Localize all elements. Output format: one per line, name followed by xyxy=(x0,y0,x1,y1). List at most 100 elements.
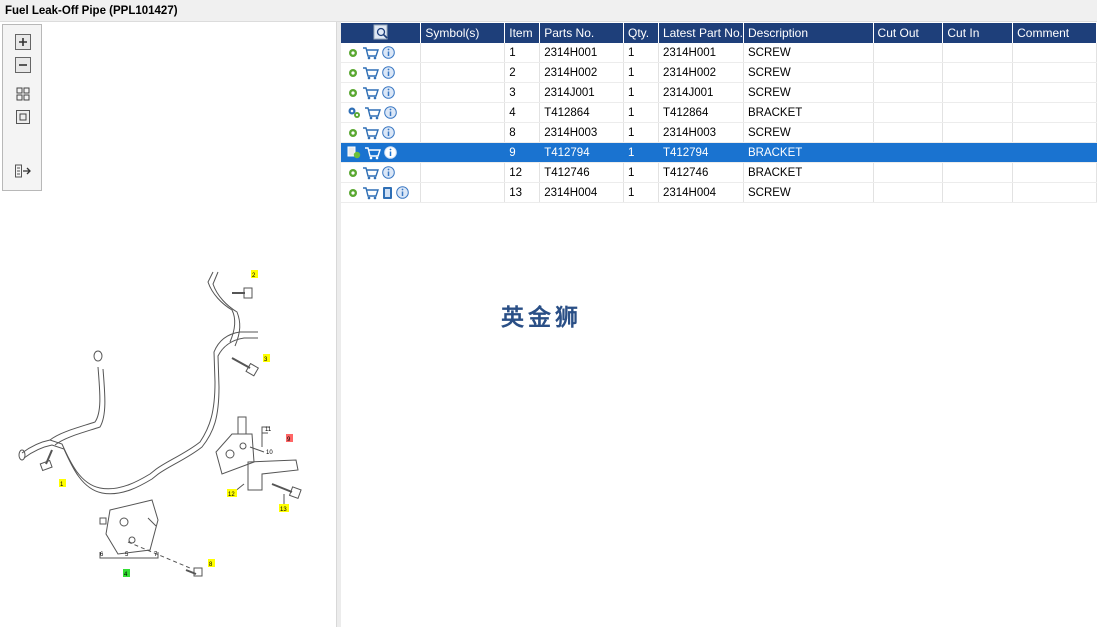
info-icon[interactable] xyxy=(382,126,395,139)
assembly-gears-icon[interactable] xyxy=(347,106,361,119)
symbols-cell xyxy=(420,43,506,63)
gear-icon[interactable] xyxy=(347,87,359,99)
column-header-symbols[interactable]: Symbol(s) xyxy=(420,23,506,43)
row-actions xyxy=(341,162,422,183)
diagram-pane[interactable]: 1 2 3 4 5 6 7 8 9 10 11 12 13 xyxy=(0,22,336,627)
table-row[interactable]: 8 2314H003 1 2314H003 SCREW xyxy=(341,122,1097,143)
comment-cell xyxy=(1012,122,1097,143)
info-icon[interactable] xyxy=(382,86,395,99)
latest-part-cell: T412864 xyxy=(658,102,744,123)
item-cell: 1 xyxy=(504,43,541,63)
cart-icon[interactable] xyxy=(364,146,381,160)
search-parts-icon[interactable] xyxy=(373,24,389,40)
table-row[interactable]: 13 2314H004 1 2314H004 SCREW xyxy=(341,182,1097,203)
cart-icon[interactable] xyxy=(362,186,379,200)
zoom-out-icon[interactable] xyxy=(13,56,33,74)
qty-cell: 1 xyxy=(623,62,659,83)
column-header-cut-in[interactable]: Cut In xyxy=(942,23,1014,43)
item-cell: 13 xyxy=(504,182,541,203)
row-actions xyxy=(341,142,422,163)
table-row[interactable]: 4 T412864 1 T412864 BRACKET xyxy=(341,102,1097,123)
info-icon[interactable] xyxy=(396,186,409,199)
parts-diagram[interactable]: 1 2 3 4 5 6 7 8 9 10 11 12 13 xyxy=(0,22,336,627)
column-header-latest-part-no[interactable]: Latest Part No. xyxy=(658,23,744,43)
cut-in-cell xyxy=(942,62,1014,83)
symbols-cell xyxy=(420,62,506,83)
qty-cell: 1 xyxy=(623,82,659,103)
gear-icon[interactable] xyxy=(347,167,359,179)
table-row[interactable]: 1 2314H001 1 2314H001 SCREW xyxy=(341,43,1097,63)
component-icon[interactable] xyxy=(347,146,361,159)
export-icon[interactable] xyxy=(13,162,33,180)
info-icon[interactable] xyxy=(382,46,395,59)
table-row[interactable]: 2 2314H002 1 2314H002 SCREW xyxy=(341,62,1097,83)
description-cell: SCREW xyxy=(743,182,874,203)
cart-icon[interactable] xyxy=(364,106,381,120)
cut-out-cell xyxy=(873,82,944,103)
symbols-cell xyxy=(420,162,506,183)
cut-in-cell xyxy=(942,122,1014,143)
part-no-cell: T412794 xyxy=(539,142,624,163)
table-row-selected[interactable]: 9 T412794 1 T412794 BRACKET xyxy=(341,142,1097,163)
info-icon[interactable] xyxy=(382,66,395,79)
gear-icon[interactable] xyxy=(347,187,359,199)
latest-part-cell: 2314H001 xyxy=(658,43,744,63)
cart-icon[interactable] xyxy=(362,126,379,140)
latest-part-cell: 2314H002 xyxy=(658,62,744,83)
gear-icon[interactable] xyxy=(347,47,359,59)
gear-icon[interactable] xyxy=(347,127,359,139)
comment-cell xyxy=(1012,162,1097,183)
table-row[interactable]: 12 T412746 1 T412746 BRACKET xyxy=(341,162,1097,183)
item-cell: 3 xyxy=(504,82,541,103)
column-header-cut-out[interactable]: Cut Out xyxy=(873,23,944,43)
title-bar: Fuel Leak-Off Pipe (PPL101427) xyxy=(0,0,1097,22)
zoom-toolbox xyxy=(2,24,42,191)
part-no-cell: 2314H001 xyxy=(539,43,624,63)
column-header-description[interactable]: Description xyxy=(743,23,874,43)
cut-in-cell xyxy=(942,82,1014,103)
item-cell: 12 xyxy=(504,162,541,183)
part-no-cell: T412864 xyxy=(539,102,624,123)
info-icon[interactable] xyxy=(384,146,397,159)
callout-7-label: 7 xyxy=(154,552,158,558)
row-actions xyxy=(341,102,422,123)
zoom-in-icon[interactable] xyxy=(13,33,33,51)
latest-part-cell: 2314J001 xyxy=(658,82,744,103)
cart-icon[interactable] xyxy=(362,66,379,80)
info-icon[interactable] xyxy=(384,106,397,119)
row-actions xyxy=(341,182,422,203)
actual-size-icon[interactable] xyxy=(13,108,33,126)
fit-all-icon[interactable] xyxy=(13,85,33,103)
qty-cell: 1 xyxy=(623,162,659,183)
column-header-item[interactable]: Item xyxy=(504,23,541,43)
qty-cell: 1 xyxy=(623,142,659,163)
window-title: Fuel Leak-Off Pipe (PPL101427) xyxy=(5,5,178,17)
cart-icon[interactable] xyxy=(362,166,379,180)
cut-out-cell xyxy=(873,62,944,83)
cart-icon[interactable] xyxy=(362,46,379,60)
column-header-parts-no[interactable]: Parts No. xyxy=(539,23,624,43)
description-cell: SCREW xyxy=(743,122,874,143)
cut-out-cell xyxy=(873,142,944,163)
latest-part-cell: 2314H003 xyxy=(658,122,744,143)
row-actions xyxy=(341,82,422,103)
column-header-tools[interactable] xyxy=(341,23,422,43)
table-row[interactable]: 3 2314J001 1 2314J001 SCREW xyxy=(341,82,1097,103)
item-cell: 8 xyxy=(504,122,541,143)
cut-out-cell xyxy=(873,122,944,143)
part-no-cell: 2314H002 xyxy=(539,62,624,83)
qty-cell: 1 xyxy=(623,182,659,203)
description-cell: BRACKET xyxy=(743,162,874,183)
cart-icon[interactable] xyxy=(362,86,379,100)
column-header-qty[interactable]: Qty. xyxy=(623,23,659,43)
cut-in-cell xyxy=(942,162,1014,183)
gear-icon[interactable] xyxy=(347,67,359,79)
column-header-comment[interactable]: Comment xyxy=(1012,23,1097,43)
latest-part-cell: T412794 xyxy=(658,142,744,163)
symbols-cell xyxy=(420,82,506,103)
info-icon[interactable] xyxy=(382,166,395,179)
fuel-pipe xyxy=(21,331,258,490)
symbols-cell xyxy=(420,122,506,143)
comment-cell xyxy=(1012,142,1097,163)
bulletin-icon[interactable] xyxy=(382,186,393,200)
